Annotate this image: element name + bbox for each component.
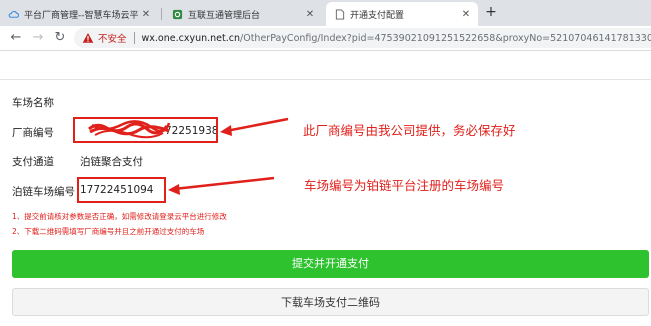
new-tab-button[interactable]: +: [482, 4, 500, 22]
browser-tab-strip: 平台厂商管理--智慧车场云平台 ✕ 互联互通管理后台 ✕ 开通支付配置 ✕ +: [0, 0, 651, 26]
park-no-highlight-box: [77, 177, 166, 203]
gear-icon: [172, 9, 183, 20]
tip-line-1: 1、提交前请核对参数是否正确，如需修改请登录云平台进行修改: [12, 212, 227, 221]
reload-icon[interactable]: ↻: [52, 30, 68, 46]
header-divider: [0, 79, 651, 80]
browser-toolbar: ← → ↻ 不安全 wx.one.cxyun.net.cn/OtherPayCo…: [0, 26, 651, 51]
vendor-no-highlight-box: [73, 117, 218, 143]
park-note-annotation: 车场编号为铂链平台注册的车场编号: [304, 178, 505, 193]
tab-title: 开通支付配置: [350, 10, 405, 21]
park-note-arrow: [168, 176, 275, 195]
bolian-park-no-label: 泊链车场编号: [12, 186, 75, 198]
close-tab-icon[interactable]: ✕: [139, 9, 153, 20]
vendor-note-annotation: 此厂商编号由我公司提供，务必保存好: [303, 123, 516, 138]
url-domain: wx.one.cxyun.net.cn: [141, 32, 241, 44]
payment-channel-value: 泊链聚合支付: [80, 156, 143, 168]
not-secure-label[interactable]: 不安全: [98, 31, 127, 45]
tab-title: 平台厂商管理--智慧车场云平台: [24, 10, 139, 21]
close-tab-icon[interactable]: ✕: [459, 9, 473, 20]
download-qrcode-button[interactable]: 下载车场支付二维码: [12, 288, 649, 316]
park-name-label: 车场名称: [12, 97, 54, 109]
submit-and-open-payment-button[interactable]: 提交并开通支付: [12, 250, 649, 278]
close-tab-icon[interactable]: ✕: [303, 9, 317, 20]
tip-line-2: 2、下载二维码需填写厂商编号并且之前开通过支付的车场: [12, 227, 205, 236]
forward-arrow-icon[interactable]: →: [30, 30, 46, 46]
warning-triangle-icon[interactable]: [82, 32, 94, 44]
cloud-icon: [8, 9, 19, 20]
address-separator: [133, 32, 135, 44]
url-path: /OtherPayConfig/Index?pid=47539021091251…: [240, 32, 651, 44]
browser-tab-vendor-management[interactable]: 平台厂商管理--智慧车场云平台 ✕: [0, 2, 158, 26]
vendor-note-arrow: [220, 117, 289, 136]
back-arrow-icon[interactable]: ←: [8, 30, 24, 46]
tab-title: 互联互通管理后台: [188, 10, 261, 21]
browser-tab-interconnect-admin[interactable]: 互联互通管理后台 ✕: [164, 2, 322, 26]
page-content: 车场名称 厂商编号 72251938 此厂商编号由我公司提供，务必保存好 支付通…: [0, 51, 651, 326]
browser-tab-open-payment-config[interactable]: 开通支付配置 ✕: [326, 2, 478, 26]
address-bar[interactable]: 不安全 wx.one.cxyun.net.cn/OtherPayConfig/I…: [74, 28, 651, 48]
tab-separator: [161, 8, 162, 20]
vendor-no-label: 厂商编号: [12, 127, 54, 139]
page-icon: [334, 8, 345, 20]
payment-channel-label: 支付通道: [12, 156, 54, 168]
